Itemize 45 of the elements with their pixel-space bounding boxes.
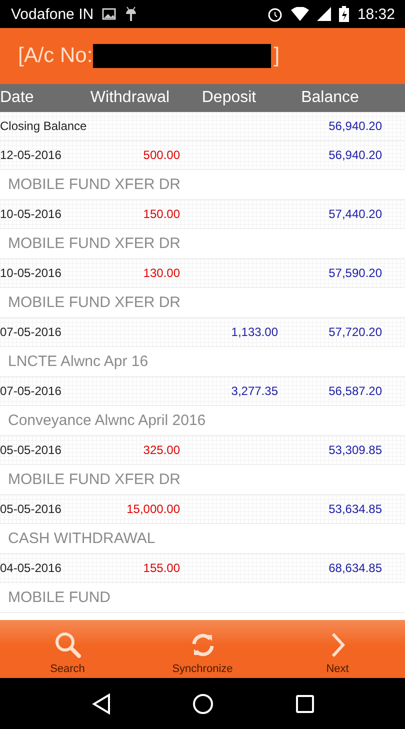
- table-cell-text: 56,587.20: [328, 384, 382, 398]
- column-header: Withdrawal: [89, 89, 171, 107]
- search-button[interactable]: Search: [0, 620, 135, 678]
- clock-time: 18:32: [357, 6, 395, 22]
- transaction-description: MOBILE FUND XFER DR: [0, 465, 405, 495]
- table-cell-text: 155.00: [142, 561, 180, 575]
- column-header: Balance: [300, 89, 360, 107]
- table-cell-text: 325.00: [142, 443, 180, 457]
- table-cell-text: 3,277.35: [230, 384, 278, 398]
- transaction-description: MOBILE FUND: [0, 583, 405, 613]
- column-header: Deposit: [200, 89, 258, 107]
- table-cell-text: 500.00: [142, 148, 180, 162]
- table-cell-text: 10-05-2016: [0, 266, 62, 280]
- sync-button[interactable]: Synchronize: [135, 620, 270, 678]
- table-cell-text: 15,000.00: [126, 502, 180, 516]
- table-cell-text: 57,440.20: [328, 207, 382, 221]
- bracket-text: ]: [274, 44, 280, 68]
- transaction-description: MOBILE FUND XFER DR: [0, 288, 405, 318]
- table-cell-text: 05-05-2016: [0, 443, 62, 457]
- carrier-name: Vodafone IN: [11, 6, 94, 22]
- table-cell-text: 53,309.85: [328, 443, 382, 457]
- table-cell-text: 07-05-2016: [0, 384, 62, 398]
- transaction-description: Conveyance Alwnc April 2016: [0, 406, 405, 436]
- table-cell-text: 56,940.20: [328, 148, 382, 162]
- table-cell-text: 05-05-2016: [0, 502, 62, 516]
- transaction-description: CASH WITHDRAWAL: [0, 524, 405, 554]
- table-cell-text: 07-05-2016: [0, 325, 62, 339]
- table-cell-text: 150.00: [142, 207, 180, 221]
- next-button[interactable]: Next: [270, 620, 405, 678]
- table-cell-text: 57,590.20: [328, 266, 382, 280]
- transaction-description: MOBILE FUND XFER DR: [0, 170, 405, 200]
- transaction-description: MOBILE FUND XFER DR: [0, 229, 405, 259]
- table-cell-text: 04-05-2016: [0, 561, 62, 575]
- table-cell-text: 68,634.85: [328, 561, 382, 575]
- column-header: Date: [0, 89, 35, 107]
- transaction-description: LNCTE Alwnc Apr 16: [0, 347, 405, 377]
- table-cell-text: Closing Balance: [0, 119, 88, 133]
- table-cell-text: 1,133.00: [230, 325, 278, 339]
- table-cell-text: 57,720.20: [328, 325, 382, 339]
- table-cell-text: 53,634.85: [328, 502, 382, 516]
- account-label: [A/c No:: [18, 44, 93, 68]
- table-cell-text: 10-05-2016: [0, 207, 62, 221]
- table-cell-text: 56,940.20: [328, 119, 382, 133]
- table-cell-text: 12-05-2016: [0, 148, 62, 162]
- table-cell-text: 130.00: [142, 266, 180, 280]
